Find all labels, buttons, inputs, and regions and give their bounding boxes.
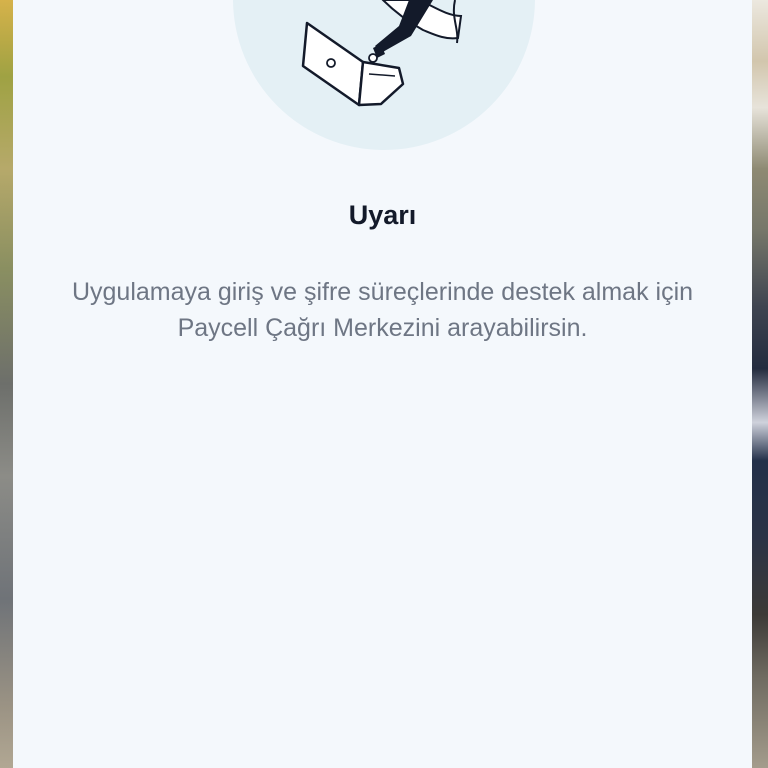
illustration-circle [233, 0, 535, 150]
laptop-typing-illustration-icon [301, 0, 463, 107]
alert-title: Uyarı [348, 200, 417, 230]
alert-sheet: Uyarı Uygulamaya giriş ve şifre süreçler… [13, 0, 752, 768]
alert-message: Uygulamaya giriş ve şifre süreçlerinde d… [71, 278, 694, 342]
background-left-edge [0, 0, 14, 768]
background-right-edge [752, 0, 768, 768]
